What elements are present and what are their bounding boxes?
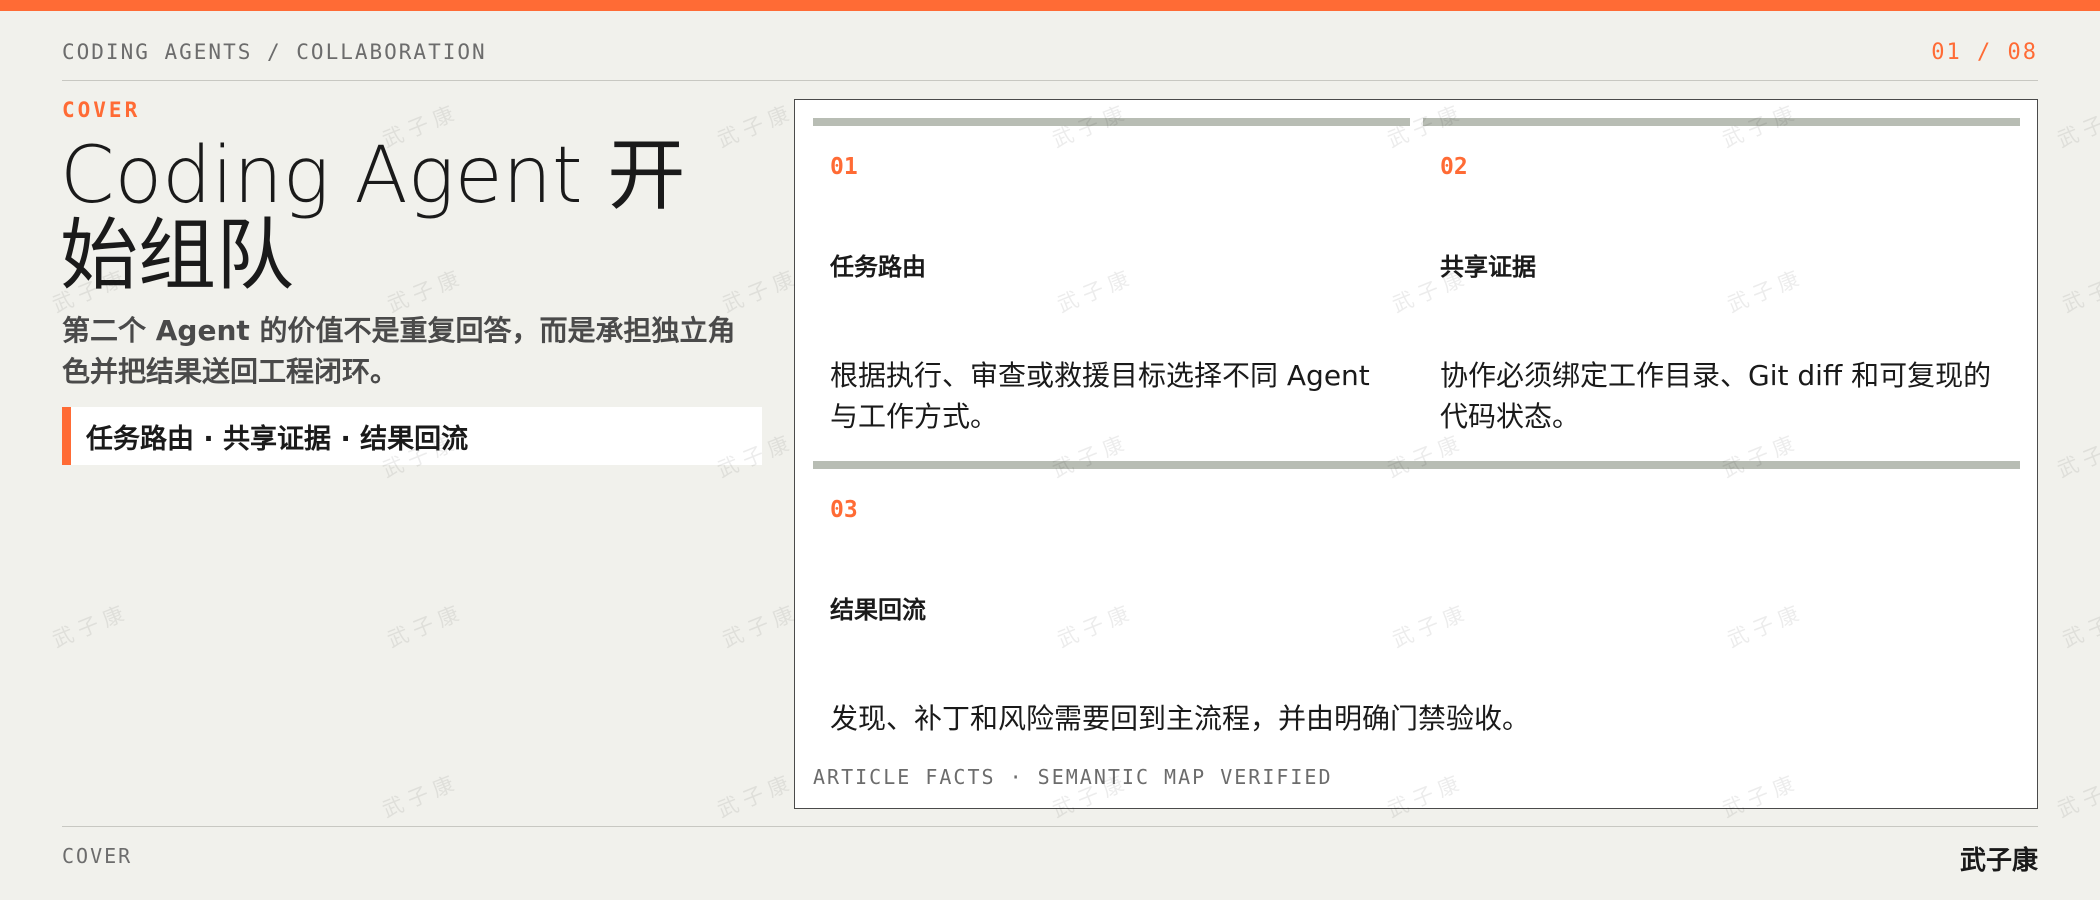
watermark-text: 武子康 — [2053, 429, 2100, 483]
card-description: 协作必须绑定工作目录、Git diff 和可复现的代码状态。 — [1440, 359, 1992, 433]
card-number: 01 — [830, 154, 858, 180]
header-divider — [62, 80, 2038, 81]
accent-top-bar — [0, 0, 2100, 11]
section-kicker: COVER — [62, 98, 141, 122]
tagline-text: 任务路由 · 共享证据 · 结果回流 — [86, 423, 469, 455]
page-subtitle: 第二个 Agent 的价值不是重复回答，而是承担独立角色并把结果送回工程闭环。 — [62, 314, 736, 388]
breadcrumb: CODING AGENTS / COLLABORATION — [62, 40, 487, 64]
watermark-text: 武子康 — [48, 599, 133, 653]
watermark-text: 武子康 — [2053, 99, 2100, 153]
tagline-callout: 任务路由 · 共享证据 · 结果回流 — [62, 407, 762, 465]
card-title: 共享证据 — [1440, 253, 1536, 281]
card-divider — [1423, 118, 2020, 126]
card-title: 结果回流 — [830, 596, 926, 624]
watermark-text: 武子康 — [378, 769, 463, 823]
watermark-text: 武子康 — [2058, 264, 2100, 318]
card-title: 任务路由 — [830, 253, 926, 281]
footer-divider — [62, 826, 2038, 827]
watermark-text: 武子康 — [713, 769, 798, 823]
fact-card-2: 02 共享证据 协作必须绑定工作目录、Git diff 和可复现的代码状态。 — [1423, 118, 2020, 458]
author-name: 武子康 — [1959, 846, 2038, 876]
page-title: Coding Agent 开始组队 — [60, 131, 686, 301]
page-counter: 01 / 08 — [1931, 40, 2038, 65]
watermark-text: 武子康 — [718, 599, 803, 653]
fact-card-3: 03 结果回流 发现、补丁和风险需要回到主流程，并由明确门禁验收。 — [813, 461, 2020, 781]
facts-panel: 01 任务路由 根据执行、审查或救援目标选择不同 Agent 与工作方式。 02… — [794, 99, 2038, 809]
card-divider — [813, 461, 2020, 469]
fact-card-1: 01 任务路由 根据执行、审查或救援目标选择不同 Agent 与工作方式。 — [813, 118, 1410, 458]
panel-footer-note: ARTICLE FACTS · SEMANTIC MAP VERIFIED — [813, 765, 1333, 789]
card-description: 根据执行、审查或救援目标选择不同 Agent 与工作方式。 — [830, 359, 1370, 433]
footer-section-label: COVER — [62, 844, 133, 868]
card-divider — [813, 118, 1410, 126]
watermark-text: 武子康 — [2053, 769, 2100, 823]
card-number: 03 — [830, 497, 858, 523]
card-description: 发现、补丁和风险需要回到主流程，并由明确门禁验收。 — [830, 702, 1531, 735]
card-number: 02 — [1440, 154, 1468, 180]
watermark-text: 武子康 — [2058, 599, 2100, 653]
watermark-text: 武子康 — [383, 599, 468, 653]
